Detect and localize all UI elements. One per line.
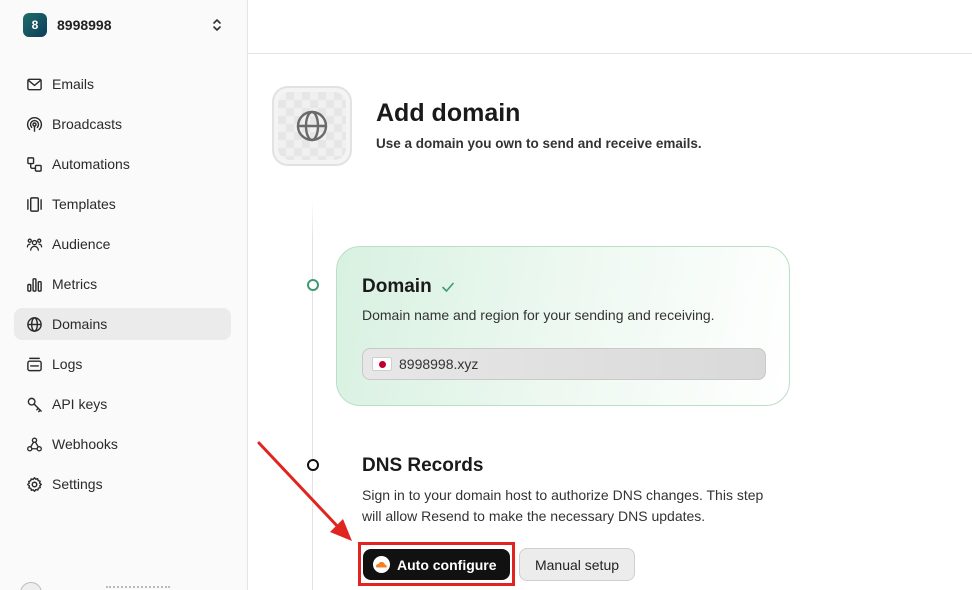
sidebar-item-label: Logs: [52, 356, 83, 372]
sidebar-item-label: Metrics: [52, 276, 98, 292]
page-title: Add domain: [376, 99, 521, 127]
sidebar-item-label: Automations: [52, 156, 130, 172]
sidebar-item-label: Webhooks: [52, 436, 118, 452]
sidebar-item-label: Domains: [52, 316, 108, 332]
user-avatar[interactable]: [20, 582, 42, 590]
japan-flag-icon: [372, 357, 392, 371]
workspace-name: 8998998: [57, 17, 112, 33]
domain-step-title: Domain: [362, 276, 455, 298]
steps-timeline: [312, 200, 313, 590]
top-bar: [248, 0, 972, 54]
auto-configure-label: Auto configure: [397, 556, 497, 573]
cloudflare-icon: [373, 556, 390, 573]
sidebar-item-api-keys[interactable]: API keys: [14, 388, 231, 420]
automation-icon: [25, 155, 43, 173]
sidebar-item-label: Broadcasts: [52, 116, 123, 132]
templates-icon: [25, 195, 43, 213]
check-icon: [441, 282, 454, 292]
chevron-up-down-icon: [213, 19, 221, 31]
sidebar-item-label: Settings: [52, 476, 103, 492]
mail-icon: [25, 75, 43, 93]
logs-icon: [25, 355, 43, 373]
sidebar-item-templates[interactable]: Templates: [14, 188, 231, 220]
sidebar-item-metrics[interactable]: Metrics: [14, 268, 231, 300]
sidebar-item-broadcasts[interactable]: Broadcasts: [14, 108, 231, 140]
gear-icon: [25, 475, 43, 493]
domain-step-card: Domain Domain name and region for your s…: [336, 246, 790, 406]
sidebar-item-emails[interactable]: Emails: [14, 68, 231, 100]
globe-icon: [25, 315, 43, 333]
sidebar: 8 8998998 Emails Broadcasts Automations: [0, 0, 248, 590]
workspace-avatar: 8: [23, 13, 47, 37]
user-name-placeholder: [106, 586, 170, 590]
sidebar-item-label: Emails: [52, 76, 95, 92]
webhook-icon: [25, 435, 43, 453]
domain-step-description: Domain name and region for your sending …: [362, 307, 715, 323]
workspace-switcher[interactable]: 8 8998998: [14, 10, 234, 40]
sidebar-item-domains[interactable]: Domains: [14, 308, 231, 340]
dns-step-description: Sign in to your domain host to authorize…: [362, 487, 764, 524]
globe-icon: [296, 110, 328, 142]
sidebar-item-label: Audience: [52, 236, 111, 252]
domain-step-title-text: Domain: [362, 276, 432, 297]
step-indicator-domain: [307, 279, 319, 291]
sidebar-item-logs[interactable]: Logs: [14, 348, 231, 380]
sidebar-item-label: Templates: [52, 196, 116, 212]
metrics-icon: [25, 275, 43, 293]
auto-configure-button[interactable]: Auto configure: [363, 549, 510, 580]
dns-step-title: DNS Records: [362, 455, 484, 476]
key-icon: [25, 395, 43, 413]
audience-icon: [25, 235, 43, 253]
sidebar-item-label: API keys: [52, 396, 108, 412]
domain-value: 8998998.xyz: [399, 356, 479, 372]
page-icon-box: [272, 86, 352, 166]
sidebar-item-audience[interactable]: Audience: [14, 228, 231, 260]
domain-field[interactable]: 8998998.xyz: [362, 348, 766, 380]
sidebar-item-settings[interactable]: Settings: [14, 468, 231, 500]
sidebar-item-webhooks[interactable]: Webhooks: [14, 428, 231, 460]
sidebar-nav: Emails Broadcasts Automations Templates …: [14, 68, 231, 508]
page-subtitle: Use a domain you own to send and receive…: [376, 136, 702, 151]
broadcast-icon: [25, 115, 43, 133]
manual-setup-button[interactable]: Manual setup: [519, 548, 635, 581]
step-indicator-dns: [307, 459, 319, 471]
sidebar-item-automations[interactable]: Automations: [14, 148, 231, 180]
